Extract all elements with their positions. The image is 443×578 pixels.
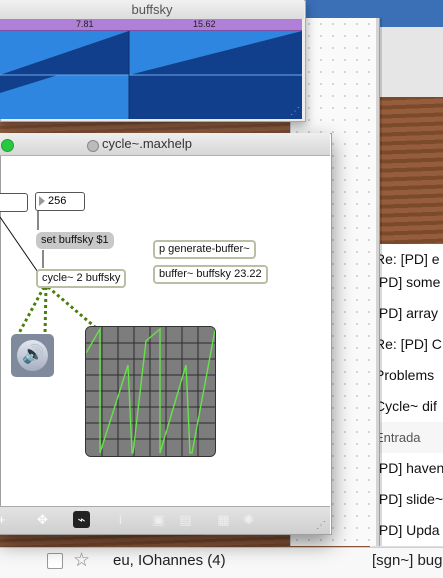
lock-icon[interactable]: ▣ bbox=[150, 511, 167, 528]
mail-row[interactable]: [PD] Upda bbox=[372, 515, 443, 547]
info-icon[interactable]: i bbox=[112, 511, 129, 528]
buffer-time-ruler[interactable] bbox=[0, 19, 302, 31]
number-box[interactable]: 256 bbox=[35, 192, 85, 211]
mail-sender: eu, IOhannes (4) bbox=[113, 552, 226, 569]
object-generate-buffer[interactable]: p generate-buffer~ bbox=[153, 240, 256, 259]
ruler-label: 15.62 bbox=[193, 19, 216, 29]
document-icon bbox=[87, 140, 99, 152]
resize-grip-icon[interactable]: ⋰ bbox=[316, 520, 326, 531]
window-title: cycle~.maxhelp bbox=[102, 136, 192, 151]
number-value: 256 bbox=[48, 195, 67, 207]
move-icon[interactable]: ✥ bbox=[34, 511, 51, 528]
window-shadow bbox=[376, 18, 382, 546]
layers-icon[interactable]: ▤ bbox=[177, 511, 194, 528]
mail-row[interactable]: [PD] array bbox=[372, 298, 443, 330]
object-buffer[interactable]: buffer~ buffsky 23.22 bbox=[153, 265, 268, 284]
speaker-icon: 🔊 bbox=[22, 344, 45, 364]
number-box-partial[interactable] bbox=[0, 193, 28, 212]
row-checkbox[interactable] bbox=[47, 553, 63, 569]
ruler-label: 7.81 bbox=[76, 19, 94, 29]
buffsky-window-title: buffsky bbox=[0, 0, 304, 19]
close-button[interactable] bbox=[1, 139, 14, 152]
mail-row[interactable]: [PD] some bbox=[372, 267, 443, 299]
mail-row[interactable]: Cycle~ dif bbox=[372, 391, 443, 423]
buffer-waveform-display[interactable] bbox=[0, 31, 302, 119]
mail-subject: [sgn~] bug bbox=[372, 552, 443, 569]
zoom-icon[interactable]: + bbox=[0, 511, 10, 528]
presentation-icon[interactable]: ⌁ bbox=[73, 511, 90, 528]
mail-row[interactable]: Re: [PD] C bbox=[372, 329, 443, 361]
mail-row[interactable]: [PD] slide~ bbox=[372, 484, 443, 516]
oscilloscope-display[interactable] bbox=[85, 326, 216, 457]
grid-icon[interactable]: ▦ bbox=[215, 511, 232, 528]
resize-grip-icon[interactable]: ⋰ bbox=[290, 106, 302, 118]
mail-row-label[interactable]: Entrada bbox=[372, 422, 443, 454]
star-icon[interactable]: ☆ bbox=[73, 549, 90, 572]
mail-row[interactable]: [PD] haven bbox=[372, 453, 443, 485]
message-set-buffsky[interactable]: set buffsky $1 bbox=[36, 232, 114, 249]
number-arrow-icon bbox=[39, 196, 45, 207]
object-cycle[interactable]: cycle~ 2 buffsky bbox=[36, 269, 127, 288]
mail-row[interactable]: Problems bbox=[372, 360, 443, 392]
settings-icon[interactable]: ✺ bbox=[240, 511, 257, 528]
